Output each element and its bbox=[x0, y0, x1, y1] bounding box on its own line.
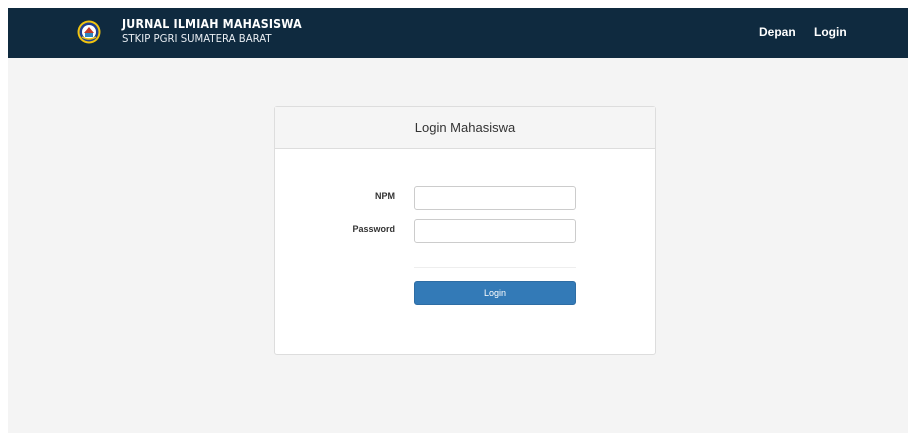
password-row: Password bbox=[275, 219, 655, 243]
nav-link-login[interactable]: Login bbox=[814, 25, 847, 39]
password-input[interactable] bbox=[414, 219, 576, 243]
npm-row: NPM bbox=[275, 186, 655, 210]
npm-label: NPM bbox=[375, 191, 395, 201]
login-button[interactable]: Login bbox=[414, 281, 576, 305]
npm-input[interactable] bbox=[414, 186, 576, 210]
top-navbar: JURNAL ILMIAH MAHASISWA STKIP PGRI SUMAT… bbox=[8, 8, 908, 58]
nav-link-depan[interactable]: Depan bbox=[759, 25, 796, 39]
password-label: Password bbox=[352, 224, 395, 234]
brand-title[interactable]: JURNAL ILMIAH MAHASISWA bbox=[122, 17, 302, 31]
form-divider bbox=[414, 267, 576, 268]
panel-title: Login Mahasiswa bbox=[275, 107, 655, 149]
brand-subtitle[interactable]: STKIP PGRI SUMATERA BARAT bbox=[122, 32, 272, 45]
university-emblem-icon[interactable] bbox=[77, 20, 101, 44]
page-frame: JURNAL ILMIAH MAHASISWA STKIP PGRI SUMAT… bbox=[8, 8, 908, 433]
login-panel: Login Mahasiswa NPM Password Login bbox=[274, 106, 656, 355]
